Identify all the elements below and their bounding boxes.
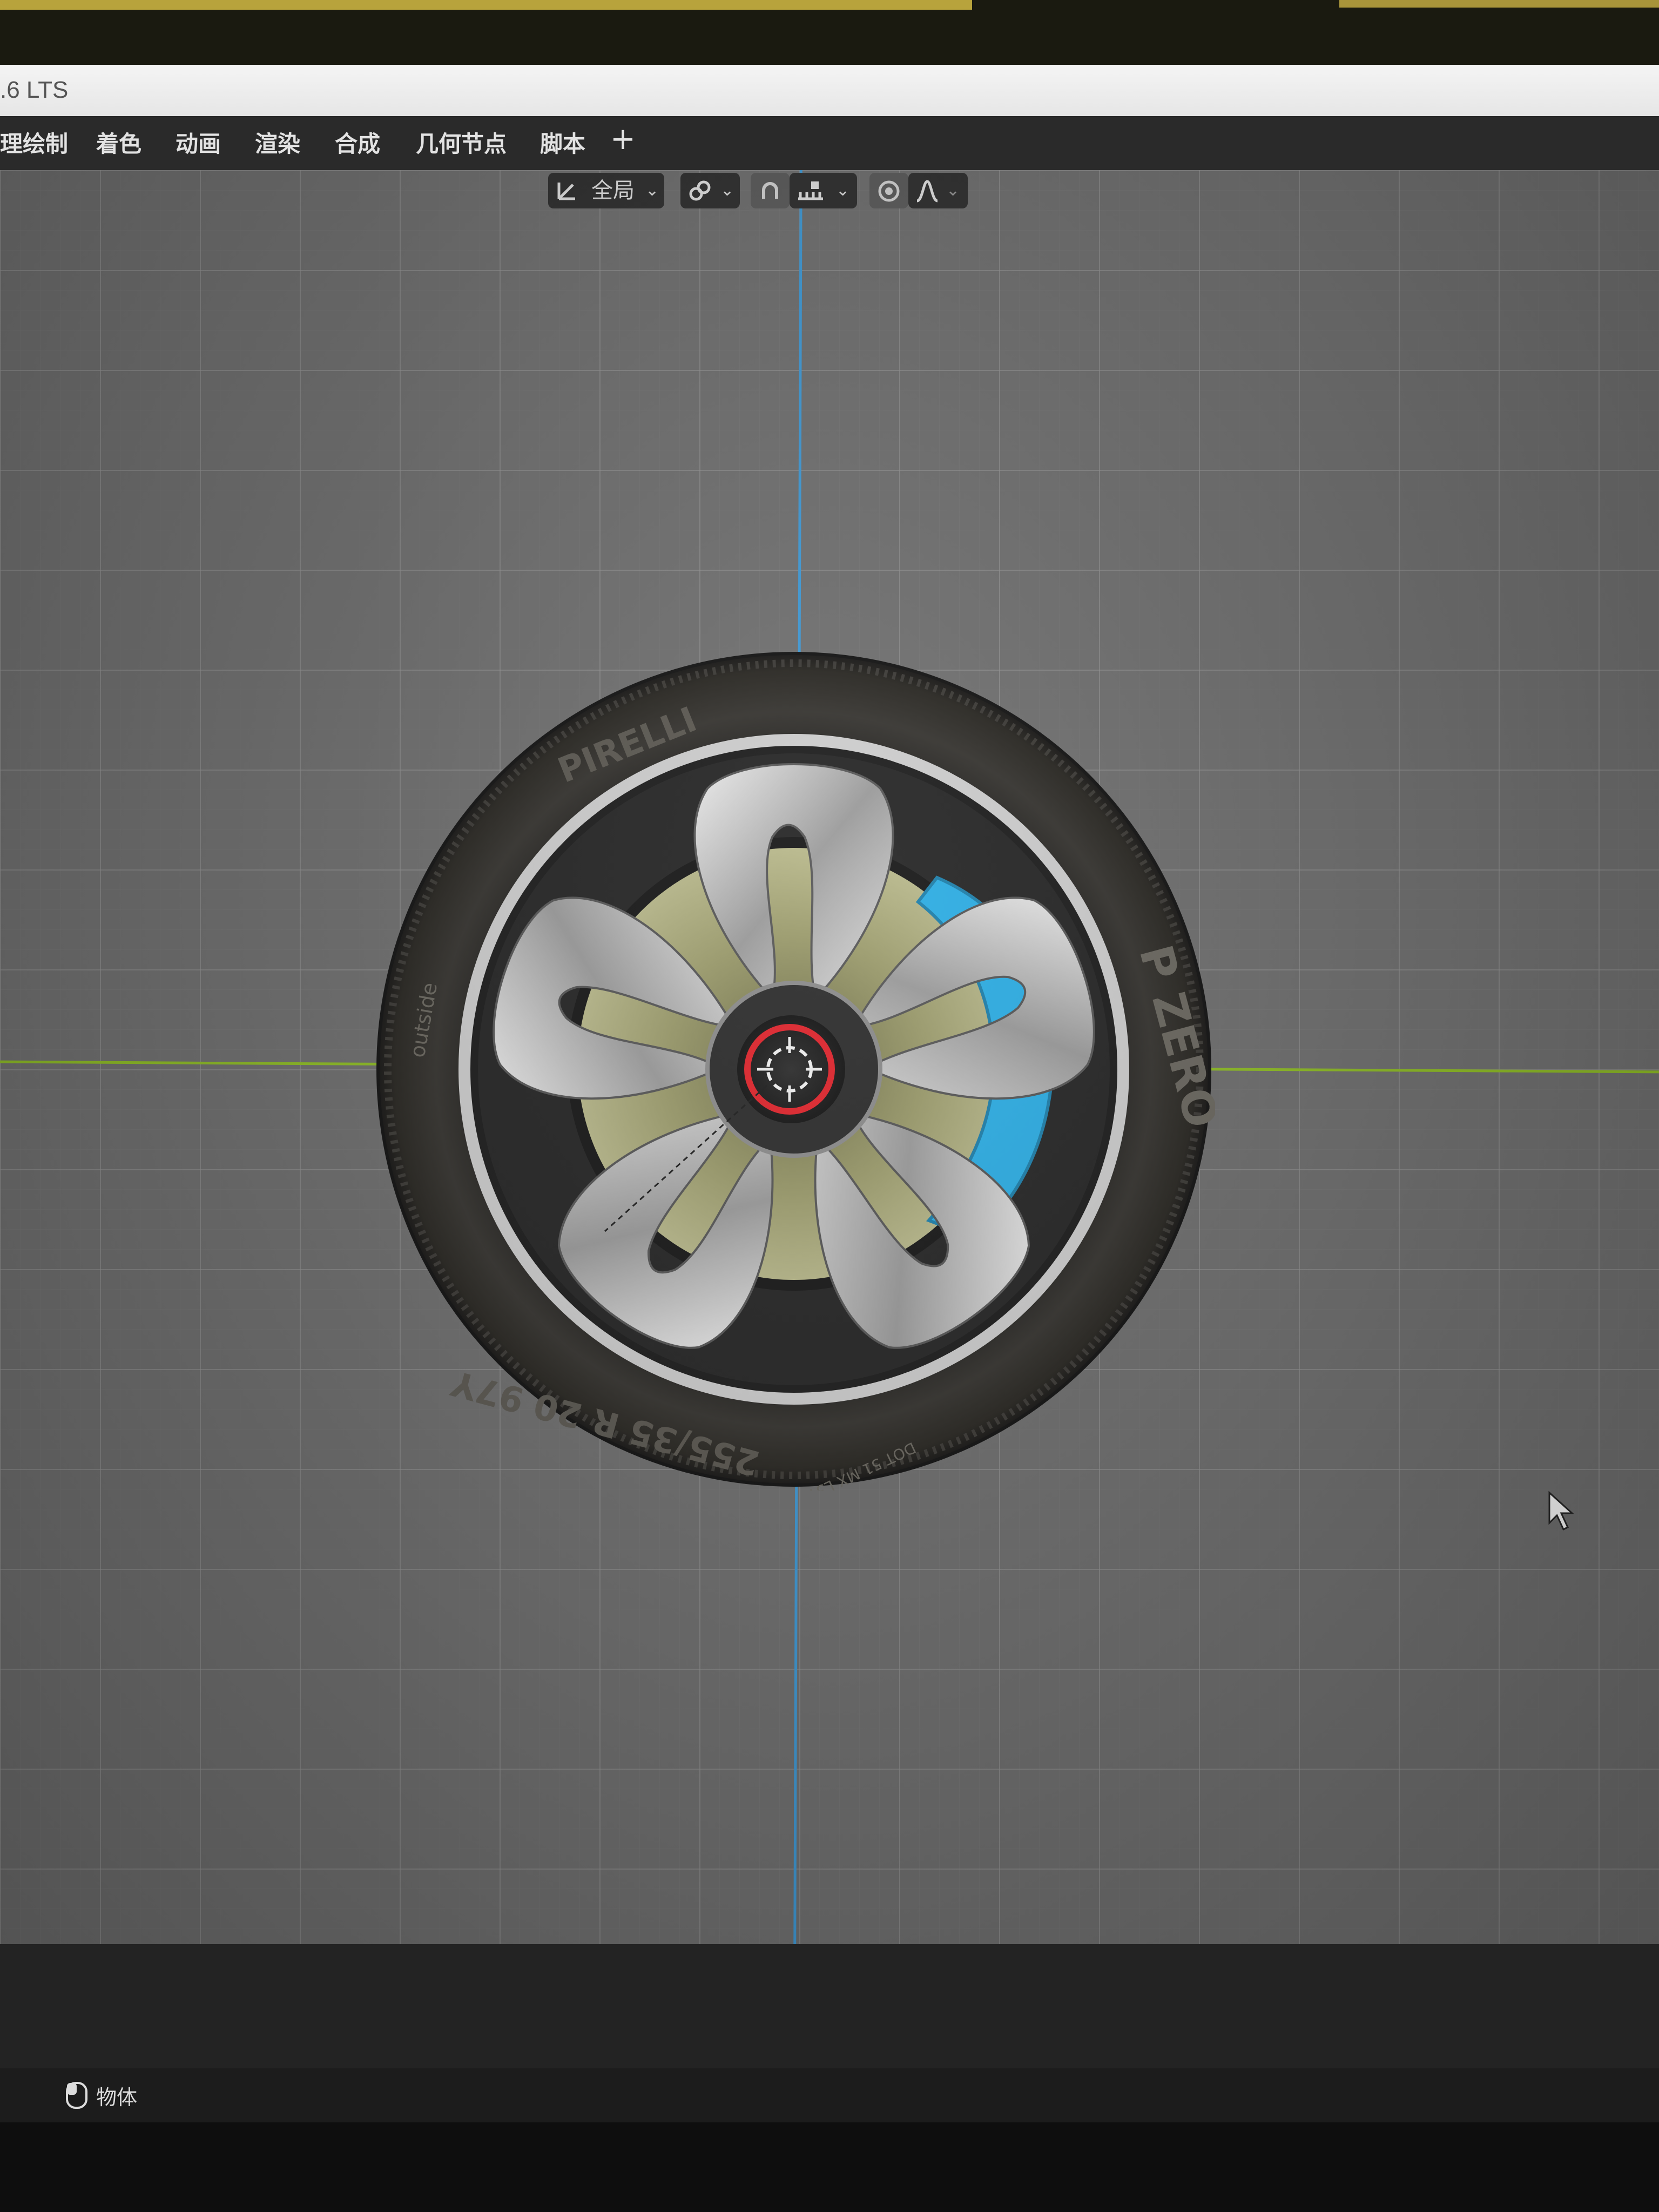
- snap-increment-icon: [798, 181, 823, 200]
- proportional-edit-toggle[interactable]: [869, 173, 908, 208]
- workspace-tab-bar: 理绘制 着色 动画 渲染 合成 几何节点 脚本 +: [0, 116, 1659, 170]
- tab-texture-paint[interactable]: 理绘制: [0, 126, 68, 159]
- status-bar-strip: [0, 2068, 1659, 2122]
- transform-orientation-dropdown[interactable]: 全局 ⌄: [548, 173, 664, 208]
- chevron-down-icon: ⌄: [720, 181, 734, 200]
- tab-geometry-nodes[interactable]: 几何节点: [416, 126, 507, 159]
- transform-orientation-icon: [557, 183, 575, 200]
- monitor-bezel: [0, 2122, 1659, 2212]
- background-window-edge-right: [1339, 0, 1659, 8]
- status-mode-label: 物体: [96, 2085, 138, 2109]
- wheel-model[interactable]: PIRELLI P ZERO 255/35 R 20 97Y outside D…: [373, 648, 1215, 1491]
- tab-scripting[interactable]: 脚本: [540, 126, 585, 159]
- snap-toggle[interactable]: [751, 173, 790, 208]
- mouse-pointer-icon: [1548, 1491, 1574, 1531]
- chevron-down-icon: ⌄: [645, 181, 659, 200]
- status-mode: 物体: [65, 2076, 137, 2114]
- mouse-icon: [66, 2082, 87, 2109]
- tab-compositing[interactable]: 合成: [335, 126, 380, 159]
- pivot-link-icon: [689, 180, 711, 201]
- add-workspace-button[interactable]: +: [610, 122, 636, 157]
- background-window-edge: [0, 0, 972, 10]
- proportional-falloff-dropdown[interactable]: ⌄: [908, 173, 968, 208]
- chevron-down-icon: ⌄: [836, 181, 850, 200]
- window-titlebar: .6 LTS: [0, 65, 1659, 116]
- falloff-curve-icon: [916, 180, 939, 203]
- tab-shading[interactable]: 着色: [96, 126, 141, 159]
- snap-target-dropdown[interactable]: ⌄: [790, 173, 857, 208]
- tab-animation[interactable]: 动画: [176, 126, 221, 159]
- tab-rendering[interactable]: 渲染: [255, 126, 300, 159]
- window-title: .6 LTS: [0, 77, 69, 103]
- snap-magnet-icon: [762, 182, 778, 199]
- pivot-point-dropdown[interactable]: ⌄: [680, 173, 740, 208]
- 3d-viewport[interactable]: 全局 ⌄ ⌄ ⌄ ⌄ PIRELLI P ZERO 255/35 R 20 97…: [0, 170, 1659, 1944]
- photo-top-strip: [0, 0, 1659, 65]
- chevron-down-icon: ⌄: [946, 181, 960, 200]
- proportional-edit-icon: [878, 180, 900, 202]
- transform-orientation-label: 全局: [591, 178, 635, 203]
